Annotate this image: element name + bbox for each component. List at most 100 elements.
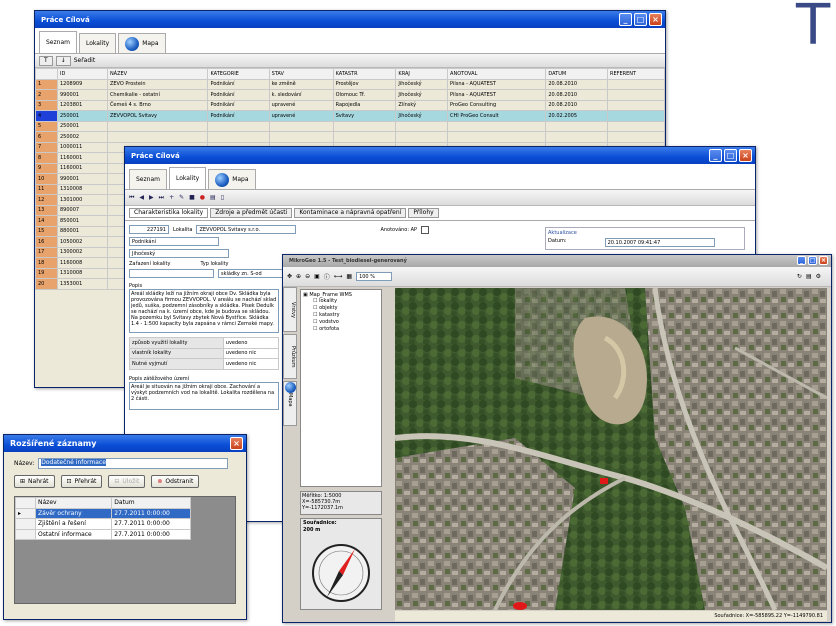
minimize-button[interactable]: _ (619, 13, 632, 26)
next-record-icon[interactable]: ▶ (149, 194, 154, 201)
subtab-kontaminace[interactable]: Kontaminace a nápravná opatření (294, 208, 407, 218)
nahrat-button[interactable]: ⊞ Nahrát (14, 475, 55, 488)
select-icon[interactable]: ▣ (314, 273, 320, 280)
table-row[interactable]: 5 250001 (35, 120, 665, 132)
id-field[interactable]: 227191 (129, 225, 169, 234)
zoom-out-icon[interactable]: ⊖ (305, 273, 310, 280)
side-tab-vrstvy[interactable]: Vrstvy (283, 287, 297, 332)
detail-window-titlebar[interactable]: Práce Cílová _ □ × (125, 147, 755, 164)
map-window-titlebar[interactable]: MikroGeo 1.5 - Test_biodiesel-generovaný… (283, 255, 831, 267)
tree-item[interactable]: ☐ katastry (303, 312, 379, 319)
edit-icon[interactable]: ✎ (179, 194, 184, 201)
table-row[interactable]: 2 990001 Chemikalie - ostatní Podnikání k. s… (35, 89, 665, 101)
lokalita-name-field[interactable]: ZEVVOPOL Svitavy s.r.o. (196, 225, 297, 234)
close-button[interactable]: × (649, 13, 662, 26)
pan-icon[interactable]: ✥ (287, 273, 292, 280)
column-header[interactable]: REFERENT (606, 68, 665, 80)
column-header[interactable]: KATASTR (332, 68, 397, 80)
popis-zatezoveho-text[interactable]: Areál je situován na jižním okraji obce.… (129, 381, 279, 410)
maximize-button[interactable]: □ (634, 13, 647, 26)
vyuziti-row-value[interactable]: uvedeno nic (222, 347, 280, 359)
zoom-select[interactable]: 100 % (356, 272, 393, 281)
sort-label[interactable]: Seřadit (74, 57, 95, 64)
settings-icon[interactable]: ⚙ (816, 273, 821, 280)
minimize-button[interactable]: _ (709, 149, 722, 162)
save-icon[interactable]: ■ (189, 194, 195, 201)
side-tab-pruzkum[interactable]: Průzkum (283, 334, 297, 379)
aerial-map[interactable] (395, 288, 827, 610)
tab-mapa[interactable]: Mapa (208, 169, 256, 189)
nazev-field[interactable]: Dodatečné informace (38, 458, 229, 469)
column-header[interactable]: STAV (268, 68, 334, 80)
table-cell: 1000011 (57, 141, 108, 153)
list-row[interactable]: ▸ Závěr ochrany 27.7.2011 0:00:00 (15, 507, 191, 519)
zarazeni-select[interactable] (129, 269, 214, 278)
kraj-select[interactable]: Jihočeský (129, 249, 229, 258)
measure-icon[interactable]: ⟷ (334, 273, 343, 280)
close-button[interactable]: × (739, 149, 752, 162)
subtab-charakteristika[interactable]: Charakteristika lokality (129, 208, 209, 218)
tab-lokality[interactable]: Lokality (168, 167, 207, 189)
sort-down-button[interactable]: ↓ (55, 55, 71, 66)
subtab-prilohy[interactable]: Přílohy (408, 208, 439, 218)
dialog-title: Rozšířené záznamy (10, 439, 97, 448)
filter-button[interactable]: T (39, 55, 53, 66)
tree-item[interactable]: ☐ vodstvo (303, 319, 379, 326)
prehrat-button[interactable]: ⊡ Přehrát (60, 475, 103, 488)
tab-mapa[interactable]: Mapa (118, 33, 166, 53)
column-header[interactable]: DATUM (545, 68, 608, 80)
col-datum[interactable]: Datum (111, 497, 191, 509)
popis-text[interactable]: Areál skládky leží na jižním okraji obce… (129, 289, 279, 333)
tab-seznam[interactable]: Seznam (39, 31, 77, 53)
print-icon[interactable]: ▤ (806, 273, 812, 280)
odstranit-button[interactable]: ⊗ Odstranit (151, 475, 200, 488)
refresh-icon[interactable]: ↻ (797, 273, 802, 280)
row-header: 11 (35, 183, 58, 195)
table-row[interactable]: 4 250001 ZEVVOPOL Svitavy Podnikání upravené… (35, 110, 665, 122)
prev-record-icon[interactable]: ◀ (139, 194, 144, 201)
close-button[interactable]: × (819, 256, 828, 265)
ulozit-button[interactable]: ⊟ Uložit (108, 475, 146, 488)
vyuziti-row-value[interactable]: uvedeno (222, 337, 280, 349)
print-icon[interactable]: ▤ (210, 194, 216, 201)
tree-item[interactable]: ☐ lokality (303, 298, 379, 305)
column-header[interactable]: ID (57, 68, 108, 80)
zoom-in-icon[interactable]: ⊕ (296, 273, 301, 280)
column-header[interactable]: NÁZEV (106, 68, 209, 80)
document-icon[interactable]: ▯ (221, 194, 224, 201)
anotovano-checkbox[interactable] (421, 225, 430, 234)
maximize-button[interactable]: □ (724, 149, 737, 162)
maximize-button[interactable]: □ (808, 256, 817, 265)
layers-icon[interactable]: ▦ (346, 273, 352, 280)
add-record-icon[interactable]: + (169, 194, 174, 201)
last-record-icon[interactable]: ⏭ (159, 194, 164, 202)
table-row[interactable]: 3 1203801 Čemeš 4 s. Brno Podnikání upravené… (35, 99, 665, 111)
table-row[interactable]: 6 250002 (35, 131, 665, 143)
table-row[interactable]: 1 1208909 ZEVO Prostein Podnikání ke změně Pr… (35, 78, 665, 90)
close-button[interactable]: × (230, 437, 243, 450)
vyuziti-row-value[interactable]: uvedeno nic (222, 358, 280, 370)
dialog-titlebar[interactable]: Rozšířené záznamy × (4, 435, 246, 452)
row-marker (15, 518, 36, 530)
delete-icon[interactable]: ● (200, 194, 205, 201)
subtab-zdroje[interactable]: Zdroje a předmět účasti (210, 208, 293, 218)
typ-lokality-select[interactable]: skládky zn. S-od (218, 269, 288, 278)
first-record-icon[interactable]: ⏮ (129, 194, 134, 202)
datum-field[interactable]: 20.10.2007 09:41:47 (604, 238, 715, 247)
column-header[interactable]: KRAJ (395, 68, 449, 80)
list-row[interactable]: Zjištění a řešení 27.7.2011 0:00:00 (15, 518, 191, 530)
minimize-button[interactable]: _ (797, 256, 806, 265)
list-window-titlebar[interactable]: Práce Cílová _ □ × (35, 11, 665, 28)
side-tab-mapa[interactable]: Mapa (283, 381, 297, 426)
add-icon: ⊞ (20, 478, 26, 485)
column-header[interactable]: KATEGORIE (207, 68, 270, 80)
identify-icon[interactable]: ⓘ (324, 272, 330, 281)
tree-item[interactable]: ☐ ortofota (303, 326, 379, 333)
col-nazev[interactable]: Název (34, 497, 113, 509)
column-header[interactable]: ANOTOVAL (447, 68, 547, 80)
tree-item[interactable]: ☐ objekty (303, 305, 379, 312)
tab-lokality[interactable]: Lokality (78, 33, 117, 53)
tab-seznam[interactable]: Seznam (129, 169, 167, 189)
list-row[interactable]: Ostatní informace 27.7.2011 0:00:00 (15, 528, 191, 540)
kategorie-select[interactable]: Podnikání (129, 237, 219, 246)
